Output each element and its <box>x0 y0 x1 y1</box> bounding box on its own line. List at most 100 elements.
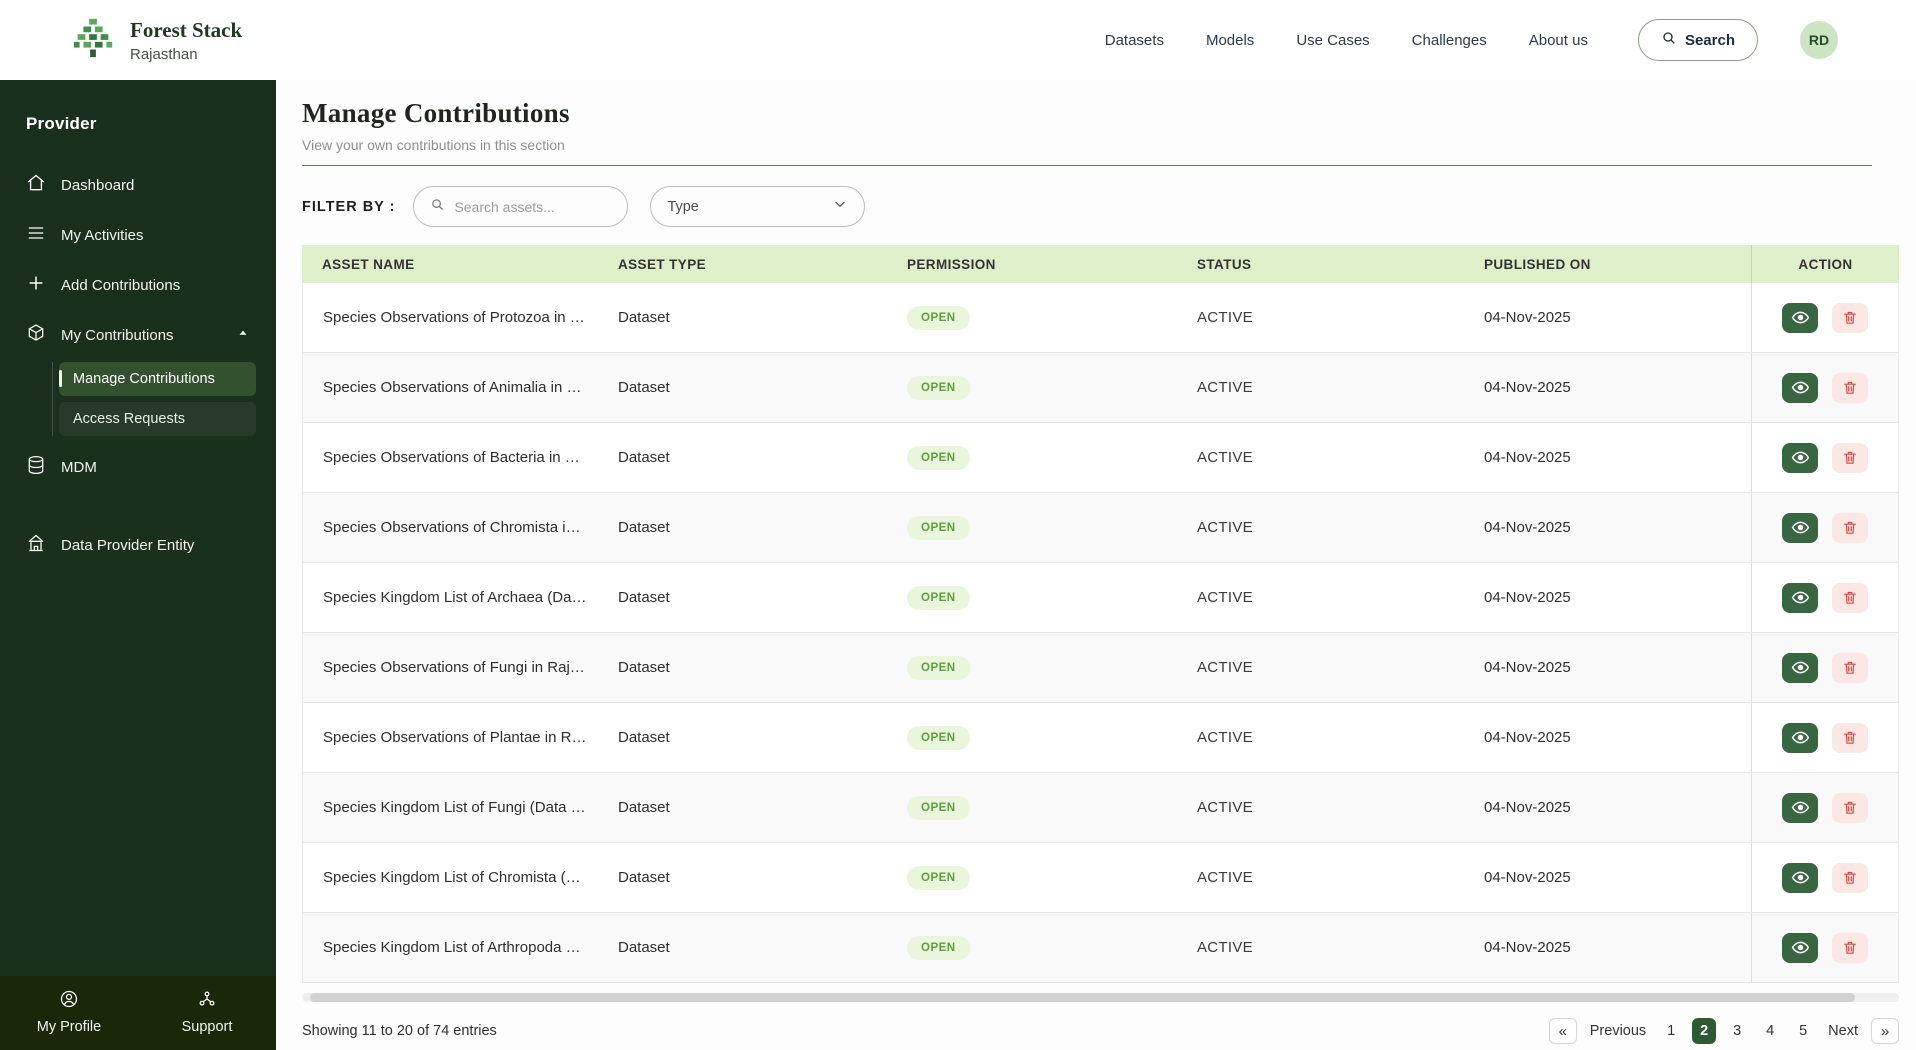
table-footer: Showing 11 to 20 of 74 entries « Previou… <box>302 1018 1899 1044</box>
sidebar-item-dashboard[interactable]: Dashboard <box>0 160 276 210</box>
view-button[interactable] <box>1782 582 1818 613</box>
title-divider <box>302 165 1872 166</box>
support-label: Support <box>181 1019 233 1035</box>
published-date: 04-Nov-2025 <box>1484 659 1571 676</box>
page-subtitle: View your own contributions in this sect… <box>302 137 565 153</box>
search-icon <box>430 197 445 217</box>
nav-use-cases[interactable]: Use Cases <box>1296 32 1369 49</box>
nav-models[interactable]: Models <box>1206 32 1254 49</box>
search-assets-input[interactable] <box>413 186 629 227</box>
status-text: ACTIVE <box>1197 659 1253 676</box>
brand[interactable]: Forest Stack Rajasthan <box>70 15 242 66</box>
user-avatar[interactable]: RD <box>1800 21 1838 59</box>
previous-page-button[interactable]: Previous <box>1586 1023 1650 1039</box>
col-permission: PERMISSION <box>907 256 996 272</box>
page-number-4[interactable]: 4 <box>1758 1018 1782 1044</box>
permission-badge: OPEN <box>907 725 970 750</box>
permission-badge: OPEN <box>907 375 970 400</box>
page-number-3[interactable]: 3 <box>1725 1018 1749 1044</box>
sidebar-item-label: My Contributions <box>61 326 174 344</box>
view-button[interactable] <box>1782 932 1818 963</box>
view-button[interactable] <box>1782 722 1818 753</box>
permission-badge: OPEN <box>907 795 970 820</box>
view-button[interactable] <box>1782 512 1818 543</box>
asset-name: Species Observations of Protozoa in … <box>323 309 585 326</box>
view-button[interactable] <box>1782 372 1818 403</box>
my-profile-label: My Profile <box>36 1019 102 1035</box>
status-text: ACTIVE <box>1197 519 1253 536</box>
page-title: Manage Contributions <box>302 98 570 128</box>
col-asset-type: ASSET TYPE <box>618 256 707 272</box>
sidebar-item-mdm[interactable]: MDM <box>0 442 276 492</box>
view-button[interactable] <box>1782 302 1818 333</box>
first-page-button[interactable]: « <box>1548 1018 1577 1044</box>
delete-button[interactable] <box>1832 302 1868 333</box>
table-body: Species Observations of Protozoa in … Da… <box>302 283 1899 983</box>
delete-button[interactable] <box>1832 792 1868 823</box>
horizontal-scrollbar-track[interactable] <box>302 993 1899 1002</box>
permission-badge: OPEN <box>907 935 970 960</box>
delete-button[interactable] <box>1832 512 1868 543</box>
chevron-down-icon <box>832 196 848 217</box>
sidebar-item-add-contributions[interactable]: Add Contributions <box>0 260 276 310</box>
building-icon <box>26 533 46 557</box>
my-profile-button[interactable]: My Profile <box>0 976 138 1050</box>
permission-badge: OPEN <box>907 655 970 680</box>
page-number-5[interactable]: 5 <box>1791 1018 1815 1044</box>
view-button[interactable] <box>1782 652 1818 683</box>
delete-button[interactable] <box>1832 722 1868 753</box>
view-button[interactable] <box>1782 792 1818 823</box>
search-assets-field[interactable] <box>454 198 605 215</box>
published-date: 04-Nov-2025 <box>1484 799 1571 816</box>
delete-button[interactable] <box>1832 582 1868 613</box>
published-date: 04-Nov-2025 <box>1484 309 1571 326</box>
page-number-1[interactable]: 1 <box>1659 1018 1683 1044</box>
brand-name: Forest Stack <box>130 17 243 42</box>
sidebar-item-my-activities[interactable]: My Activities <box>0 210 276 260</box>
sidebar-footer: My Profile Support <box>0 976 276 1050</box>
sidebar-section-label: Provider <box>26 114 97 133</box>
asset-type: Dataset <box>618 519 670 536</box>
delete-button[interactable] <box>1832 862 1868 893</box>
status-text: ACTIVE <box>1197 309 1253 326</box>
delete-button[interactable] <box>1832 652 1868 683</box>
sidebar-subitem-manage-contributions[interactable]: Manage Contributions <box>59 362 256 396</box>
brand-region: Rajasthan <box>130 45 198 63</box>
published-date: 04-Nov-2025 <box>1484 869 1571 886</box>
delete-button[interactable] <box>1832 932 1868 963</box>
nav-challenges[interactable]: Challenges <box>1412 32 1487 49</box>
support-button[interactable]: Support <box>138 976 276 1050</box>
chevron-up-icon[interactable] <box>236 326 250 344</box>
permission-badge: OPEN <box>907 305 970 330</box>
asset-name: Species Kingdom List of Arthropoda … <box>323 939 581 956</box>
filter-row: FILTER BY : Type <box>302 186 1899 227</box>
nav-datasets[interactable]: Datasets <box>1105 32 1164 49</box>
status-text: ACTIVE <box>1197 869 1253 886</box>
sidebar-nav: Dashboard My Activities Add Contribution… <box>0 160 276 570</box>
search-button-label: Search <box>1684 31 1735 49</box>
last-page-button[interactable]: » <box>1871 1018 1899 1044</box>
nav-about-us[interactable]: About us <box>1529 32 1588 49</box>
showing-entries-text: Showing 11 to 20 of 74 entries <box>302 1023 497 1039</box>
asset-name: Species Observations of Plantae in R… <box>323 729 587 746</box>
search-button[interactable]: Search <box>1637 19 1758 61</box>
table-row: Species Kingdom List of Chromista (… Dat… <box>303 843 1898 913</box>
view-button[interactable] <box>1782 442 1818 473</box>
sidebar-item-my-contributions[interactable]: My Contributions <box>0 310 276 360</box>
page-number-2-active[interactable]: 2 <box>1692 1018 1717 1044</box>
horizontal-scrollbar-thumb[interactable] <box>310 993 1855 1002</box>
table-header-row: ASSET NAME ASSET TYPE PERMISSION STATUS … <box>302 245 1899 283</box>
view-button[interactable] <box>1782 862 1818 893</box>
main-content: Manage Contributions View your own contr… <box>276 80 1916 1050</box>
list-icon <box>26 223 46 247</box>
status-text: ACTIVE <box>1197 799 1253 816</box>
published-date: 04-Nov-2025 <box>1484 589 1571 606</box>
sidebar-subitem-access-requests[interactable]: Access Requests <box>59 402 256 436</box>
next-page-button[interactable]: Next <box>1824 1023 1862 1039</box>
col-published-on: PUBLISHED ON <box>1484 256 1591 272</box>
sidebar-item-data-provider-entity[interactable]: Data Provider Entity <box>0 520 276 570</box>
sidebar-item-label: My Activities <box>61 226 144 244</box>
delete-button[interactable] <box>1832 442 1868 473</box>
delete-button[interactable] <box>1832 372 1868 403</box>
type-select[interactable]: Type <box>650 186 866 227</box>
